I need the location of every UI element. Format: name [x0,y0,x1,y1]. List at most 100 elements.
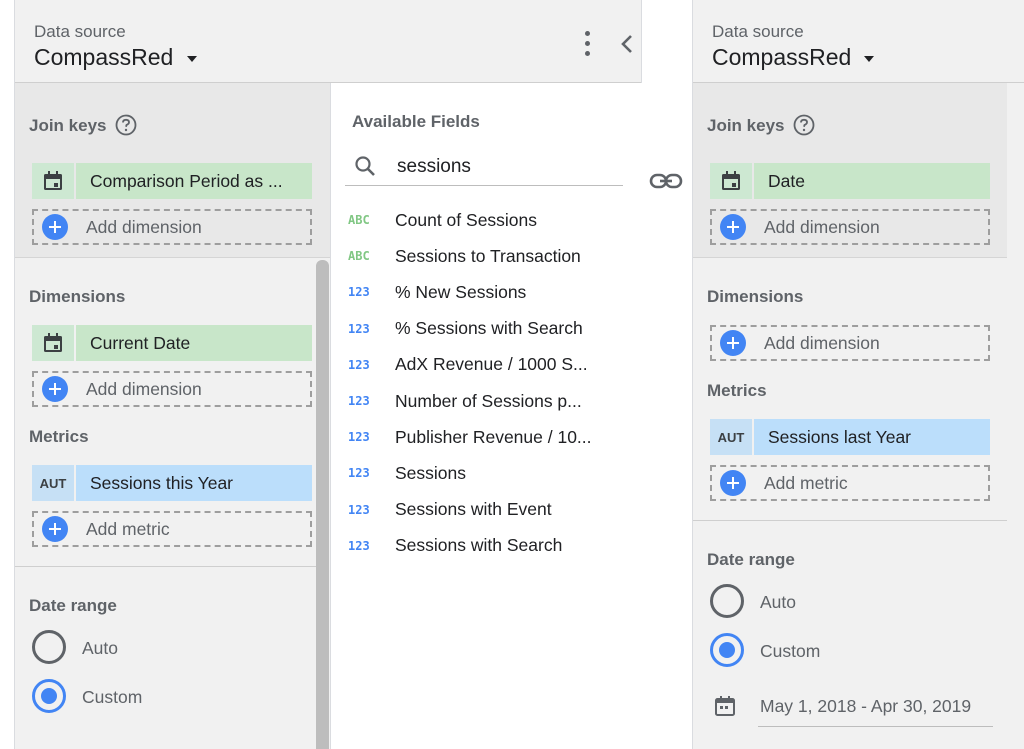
scrollbar[interactable] [316,260,329,749]
chip-label: Sessions last Year [754,419,990,455]
field-label: Publisher Revenue / 10... [395,426,592,447]
dimensions-title: Dimensions [707,287,804,306]
add-label: Add dimension [86,378,202,399]
add-label: Add dimension [86,216,202,237]
field-item[interactable]: 123 % New Sessions [331,277,644,307]
divider [693,520,1007,521]
search-input[interactable] [397,150,623,184]
field-label: Sessions with Search [395,535,563,556]
field-item[interactable]: ABC Sessions to Transaction [331,241,644,271]
radio-auto[interactable] [710,584,744,618]
panel-header: Data source CompassRed [693,0,1024,83]
dimensions-title: Dimensions [29,287,126,306]
radio-label-custom: Custom [82,687,143,707]
right-data-source-panel: Data source CompassRed Join keys Date Ad… [692,0,1024,749]
more-vert-icon[interactable] [581,30,593,58]
join-key-chip[interactable]: Date [710,163,990,199]
available-fields-column: Available Fields ABCCount of SessionsABC… [330,83,643,749]
field-label: Sessions with Event [395,499,552,520]
data-source-name[interactable]: CompassRed [712,44,851,71]
field-item[interactable]: 123 AdX Revenue / 1000 S... [331,350,644,380]
chevron-left-icon[interactable] [615,30,639,58]
data-source-name[interactable]: CompassRed [34,44,173,71]
radio-custom[interactable] [710,633,744,667]
add-metric-button[interactable]: Add metric [32,511,312,547]
number-type-icon: 123 [348,466,370,481]
field-item[interactable]: 123 Sessions with Event [331,495,644,525]
number-type-icon: 123 [348,394,370,408]
date-range-title: Date range [707,550,795,569]
aggregation-badge: AUT [32,465,74,501]
join-keys-title: Join keys [707,116,785,135]
join-keys-section: Join keys Date Add dimension [693,83,1007,258]
join-keys-title: Join keys [29,116,107,135]
number-type-icon: 123 [348,285,370,300]
field-label: % Sessions with Search [395,318,583,339]
add-dimension-button[interactable]: Add dimension [710,325,990,361]
calendar-icon [722,171,740,190]
field-label: % New Sessions [395,281,527,302]
metric-chip[interactable]: AUT Sessions this Year [32,465,312,501]
search-icon [355,156,375,176]
help-icon[interactable] [115,114,137,136]
date-range-picker[interactable]: May 1, 2018 - Apr 30, 2019 [713,694,971,718]
text-type-icon: ABC [348,213,370,227]
chip-label: Sessions this Year [76,465,312,501]
add-label: Add dimension [764,332,880,353]
metric-chip[interactable]: AUT Sessions last Year [710,419,990,455]
panel-header: Data source CompassRed [15,0,641,83]
add-label: Add metric [86,518,170,539]
field-label: Sessions [395,462,467,483]
metrics-title: Metrics [707,381,767,400]
text-type-icon: ABC [348,249,370,264]
number-type-icon: 123 [348,538,370,553]
field-item[interactable]: 123 Number of Sessions p... [331,386,644,416]
add-metric-button[interactable]: Add metric [710,465,990,501]
add-dimension-button[interactable]: Add dimension [710,209,990,245]
chip-label: Current Date [76,325,312,361]
date-underline [758,726,993,727]
date-range-value: May 1, 2018 - Apr 30, 2019 [760,695,972,716]
number-type-icon: 123 [348,357,370,372]
field-item[interactable]: 123 Sessions with Search [331,531,644,561]
date-range-title: Date range [29,596,117,615]
field-label: Sessions to Transaction [395,245,581,266]
aggregation-badge: AUT [710,419,752,455]
chip-label: Date [754,163,990,199]
add-icon [720,214,746,240]
add-icon [720,470,746,496]
divider [15,566,316,567]
number-type-icon: 123 [348,430,370,445]
add-icon [42,376,68,402]
add-dimension-button[interactable]: Add dimension [32,209,312,245]
left-data-source-panel: Data source CompassRed Join keys Compari… [14,0,643,749]
field-item[interactable]: 123 Publisher Revenue / 10... [331,422,644,452]
chevron-down-icon[interactable] [187,56,197,62]
field-label: Number of Sessions p... [395,390,582,411]
add-icon [720,330,746,356]
field-item[interactable]: ABC Count of Sessions [331,205,644,235]
add-label: Add dimension [764,216,880,237]
radio-auto[interactable] [32,630,66,664]
data-source-caption: Data source [34,22,126,41]
number-type-icon: 123 [348,502,370,517]
add-label: Add metric [764,472,848,493]
radio-custom[interactable] [32,679,66,713]
field-item[interactable]: 123 % Sessions with Search [331,314,644,344]
dimension-chip[interactable]: Current Date [32,325,312,361]
calendar-icon [44,171,62,190]
add-dimension-button[interactable]: Add dimension [32,371,312,407]
chip-label: Comparison Period as ... [76,163,312,199]
search-underline [345,185,623,186]
data-source-caption: Data source [712,22,804,41]
radio-label-custom: Custom [760,641,821,661]
chevron-down-icon[interactable] [864,56,874,62]
help-icon[interactable] [793,114,815,136]
field-item[interactable]: 123 Sessions [331,458,644,488]
available-fields-title: Available Fields [352,112,480,131]
config-column: Join keys Comparison Period as ... Add d… [15,83,330,749]
field-label: Count of Sessions [395,209,538,230]
join-key-chip[interactable]: Comparison Period as ... [32,163,312,199]
calendar-icon [44,333,62,352]
number-type-icon: 123 [348,321,370,336]
